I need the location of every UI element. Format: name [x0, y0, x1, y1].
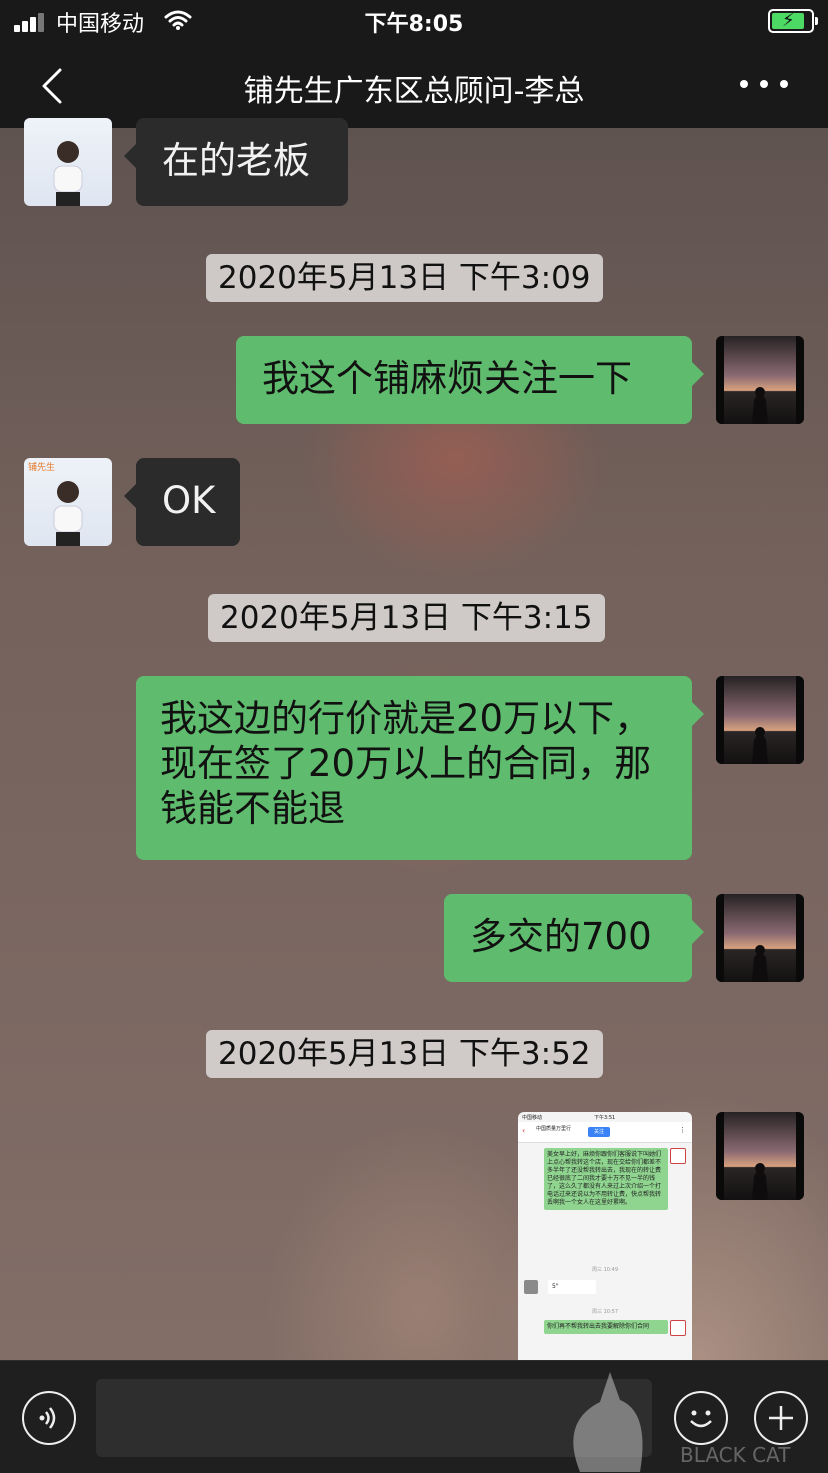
voice-icon[interactable]: [22, 1391, 76, 1445]
message-bubble-outgoing[interactable]: 我这个铺麻烦关注一下: [236, 336, 704, 424]
message-timestamp: 2020年5月13日 下午3:15: [208, 594, 605, 642]
my-avatar[interactable]: [716, 1112, 804, 1200]
status-bar: 中国移动 下午8:05 ⚡: [0, 0, 828, 44]
message-bubble-incoming[interactable]: OK: [124, 458, 240, 546]
battery-icon: ⚡: [768, 9, 818, 33]
more-dots-icon[interactable]: [740, 70, 788, 98]
my-avatar[interactable]: [716, 336, 804, 424]
message-timestamp: 2020年5月13日 下午3:09: [206, 254, 603, 302]
svg-text:BLACK CAT: BLACK CAT: [680, 1443, 791, 1467]
message-bubble-incoming[interactable]: 在的老板: [124, 118, 348, 206]
image-bubble-text: 美女早上好，麻烦你跟你们客服说下叫她们上点心帮我转这个店，现在交给你们都差不多半…: [544, 1148, 668, 1210]
message-bubble-outgoing[interactable]: 多交的700: [444, 894, 704, 982]
my-avatar[interactable]: [716, 894, 804, 982]
chat-header: 铺先生广东区总顾问-李总: [0, 44, 828, 128]
my-avatar[interactable]: [716, 676, 804, 764]
agent-avatar[interactable]: 铺先生: [24, 458, 112, 546]
watermark-logo: BLACK CAT: [573, 1372, 791, 1472]
image-app-header: ‹ 中国质量万里行 关注 ⋮: [518, 1122, 692, 1143]
message-timestamp: 2020年5月13日 下午3:52: [206, 1030, 603, 1078]
chat-title: 铺先生广东区总顾问-李总: [243, 74, 585, 109]
image-status-bar: 中国移动 下午3:51: [522, 1115, 616, 1121]
image-voice-bubble: 5": [548, 1280, 596, 1294]
agent-avatar[interactable]: [24, 118, 112, 206]
status-time: 下午8:05: [364, 12, 464, 37]
svg-text:铺先生: 铺先生: [28, 461, 55, 473]
image-message[interactable]: 中国移动 下午3:51 ‹ 中国质量万里行 关注 ⋮ 美女早上好，麻烦你跟你们客…: [518, 1112, 692, 1360]
image-bubble-text-2: 你们再不帮我转出去我要解除你们合同: [544, 1320, 668, 1334]
message-bubble-outgoing[interactable]: 我这边的行价就是20万以下，现在签了20万以上的合同，那钱能不能退: [136, 676, 704, 860]
